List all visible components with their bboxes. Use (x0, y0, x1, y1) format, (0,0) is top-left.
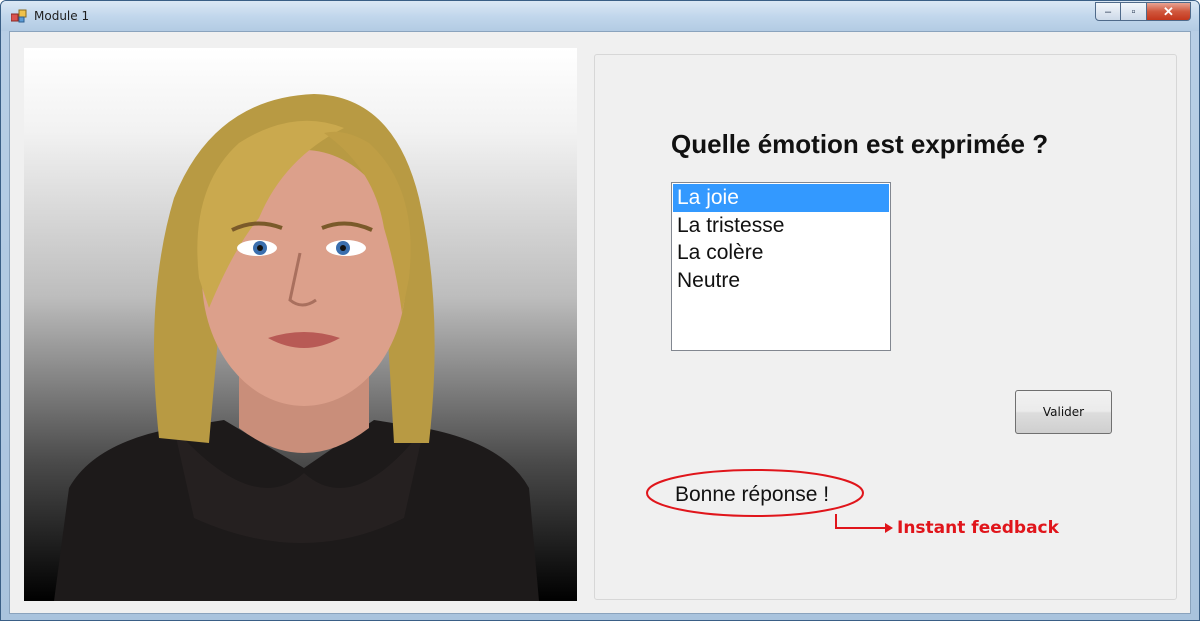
valider-button[interactable]: Valider (1015, 390, 1112, 434)
emotion-listbox[interactable]: La joie La tristesse La colère Neutre (671, 182, 891, 351)
minimize-icon: – (1104, 5, 1112, 18)
avatar-face-illustration (54, 94, 539, 601)
quiz-panel: Quelle émotion est exprimée ? La joie La… (594, 54, 1177, 600)
close-button[interactable]: ✕ (1147, 2, 1191, 21)
list-item-la-joie[interactable]: La joie (673, 184, 889, 212)
question-label: Quelle émotion est exprimée ? (671, 129, 1049, 159)
app-window: Module 1 – ▫ ✕ Quelle émotion est exprim… (0, 0, 1200, 621)
maximize-button[interactable]: ▫ (1121, 2, 1147, 21)
avatar-picture (24, 48, 577, 601)
client-area: Quelle émotion est exprimée ? La joie La… (9, 31, 1191, 614)
close-icon: ✕ (1163, 3, 1174, 19)
list-item-la-tristesse[interactable]: La tristesse (673, 212, 889, 240)
app-icon (11, 9, 27, 23)
maximize-icon: ▫ (1131, 5, 1136, 18)
minimize-button[interactable]: – (1095, 2, 1121, 21)
window-title: Module 1 (34, 9, 90, 23)
title-bar[interactable]: Module 1 – ▫ ✕ (1, 1, 1199, 31)
feedback-label: Bonne réponse ! (675, 483, 830, 506)
list-item-neutre[interactable]: Neutre (673, 267, 889, 295)
caption-buttons: – ▫ ✕ (1095, 2, 1191, 22)
list-item-la-colere[interactable]: La colère (673, 239, 889, 267)
